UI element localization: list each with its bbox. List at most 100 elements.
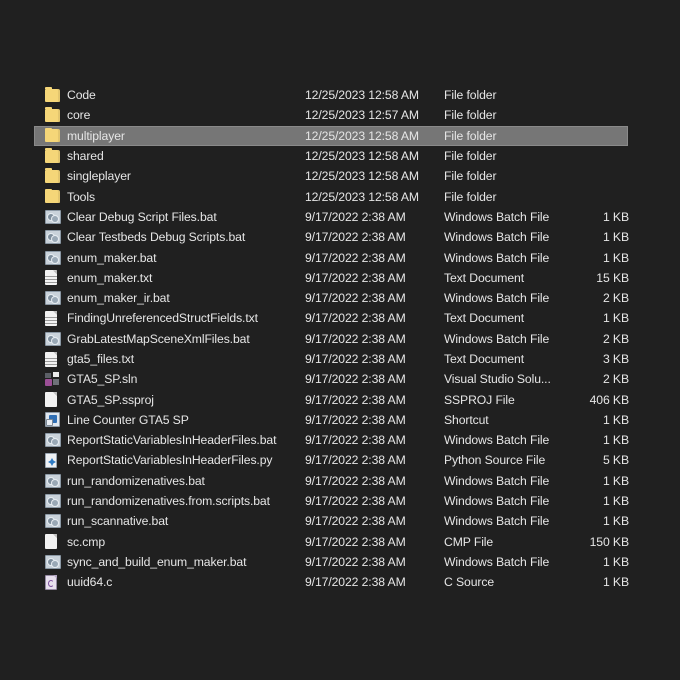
batch-file-icon [45,433,61,448]
file-type: Windows Batch File [444,473,550,488]
file-row[interactable]: GTA5_SP.ssproj 9/17/2022 2:38 AM SSPROJ Fi… [34,389,629,409]
file-date-modified: 9/17/2022 2:38 AM [305,494,406,509]
file-row[interactable]: sync_and_build_enum_maker.bat 9/17/2022 2… [34,552,629,572]
file-row[interactable]: multiplayer 12/25/2023 12:58 AM File folde… [34,125,628,146]
file-row[interactable]: GrabLatestMapSceneXmlFiles.bat 9/17/2022 … [34,329,629,349]
file-row[interactable]: Clear Testbeds Debug Scripts.bat 9/17/202… [34,227,629,247]
batch-file-icon [45,209,61,224]
file-size: 2 KB [602,331,629,346]
file-size: 1 KB [602,433,629,448]
file-row[interactable]: enum_maker.txt 9/17/2022 2:38 AM Text Docu… [34,268,629,288]
file-size: 406 KB [589,392,629,407]
file-name: core [67,108,91,123]
file-size: 2 KB [602,372,629,387]
file-row[interactable]: gta5_files.txt 9/17/2022 2:38 AM Text Docu… [34,349,629,369]
file-type: File folder [444,108,497,123]
file-icon-cell [45,107,67,124]
file-icon-cell [45,432,67,449]
file-type: File folder [444,88,497,103]
file-row[interactable]: Clear Debug Script Files.bat 9/17/2022 2:… [34,207,629,227]
file-row[interactable]: enum_maker.bat 9/17/2022 2:38 AM Windows B… [34,247,629,267]
file-size: 150 KB [589,534,629,549]
file-size: 1 KB [602,250,629,265]
file-row[interactable]: shared 12/25/2023 12:58 AM File folder [34,146,628,166]
file-row[interactable]: Tools 12/25/2023 12:58 AM File folder [34,186,628,206]
file-name: sc.cmp [67,534,105,549]
file-type: Windows Batch File [444,554,550,569]
file-icon-cell [45,269,67,286]
file-name: enum_maker.bat [67,250,157,265]
file-name: singleplayer [67,169,131,184]
file-date-modified: 9/17/2022 2:38 AM [305,433,406,448]
folder-icon [45,168,60,183]
file-name: ReportStaticVariablesInHeaderFiles.py [67,453,273,468]
c-source-icon [45,574,57,590]
file-row[interactable]: run_scannative.bat 9/17/2022 2:38 AM Windo… [34,511,629,531]
file-row[interactable]: Code 12/25/2023 12:58 AM File folder [34,85,628,105]
file-date-modified: 9/17/2022 2:38 AM [305,453,406,468]
file-date-modified: 9/17/2022 2:38 AM [305,575,406,590]
file-row[interactable]: Line Counter GTA5 SP 9/17/2022 2:38 AM Sho… [34,410,629,430]
file-date-modified: 9/17/2022 2:38 AM [305,291,406,306]
file-type: Windows Batch File [444,291,550,306]
file-icon-cell [45,127,67,144]
batch-file-icon [45,554,61,569]
file-icon-cell [45,574,67,591]
batch-file-icon [45,331,61,346]
file-size: 1 KB [602,575,629,590]
file-size: 15 KB [596,270,629,285]
file-row[interactable]: run_randomizenatives.bat 9/17/2022 2:38 A… [34,471,629,491]
file-size: 3 KB [602,352,629,366]
file-row[interactable]: run_randomizenatives.from.scripts.bat 9/1… [34,491,629,511]
folder-icon [45,188,60,204]
file-row[interactable]: singleplayer 12/25/2023 12:58 AM File fold… [34,166,628,186]
file-list[interactable]: Code 12/25/2023 12:58 AM File folder core 12… [34,85,629,592]
file-row[interactable]: core 12/25/2023 12:57 AM File folder [34,105,628,125]
file-name: enum_maker.txt [67,270,153,285]
file-size: 2 KB [602,291,629,306]
file-name: uuid64.c [67,575,113,590]
folder-icon [45,87,60,102]
file-name: GTA5_SP.sln [67,372,138,387]
file-row[interactable]: GTA5_SP.sln 9/17/2022 2:38 AM Visual Studi… [34,369,629,389]
file-name: gta5_files.txt [67,352,135,366]
file-name: run_scannative.bat [67,514,169,529]
file-size: 1 KB [602,494,629,509]
file-date-modified: 9/17/2022 2:38 AM [305,534,406,549]
file-type: Windows Batch File [444,331,550,346]
file-type: Windows Batch File [444,250,550,265]
file-name: Line Counter GTA5 SP [67,412,189,427]
file-type: Windows Batch File [444,230,550,245]
file-size: 1 KB [602,473,629,488]
file-name: ReportStaticVariablesInHeaderFiles.bat [67,433,277,448]
file-type: Text Document [444,311,524,326]
file-icon-cell [45,208,67,225]
file-icon-cell [45,310,67,327]
file-date-modified: 9/17/2022 2:38 AM [305,230,406,245]
file-type: CMP File [444,534,494,549]
text-document-icon [45,310,57,326]
batch-file-icon [45,494,61,509]
file-type: File folder [444,169,497,184]
file-row[interactable]: uuid64.c 9/17/2022 2:38 AM C Source 1 KB [34,572,629,592]
file-row[interactable]: ReportStaticVariablesInHeaderFiles.bat 9/… [34,430,629,450]
file-date-modified: 9/17/2022 2:38 AM [305,473,406,488]
file-type: Windows Batch File [444,494,550,509]
file-row[interactable]: FindingUnreferencedStructFields.txt 9/17/… [34,308,629,328]
file-icon-cell [45,411,67,428]
file-type: Windows Batch File [444,514,550,529]
file-icon-cell [45,188,67,205]
file-type: SSPROJ File [444,392,515,407]
python-source-icon [45,452,57,468]
file-type: Python Source File [444,453,546,468]
file-date-modified: 9/17/2022 2:38 AM [305,352,406,366]
file-name: Code [67,88,96,103]
file-row[interactable]: ReportStaticVariablesInHeaderFiles.py 9/1… [34,450,629,470]
file-name: enum_maker_ir.bat [67,291,170,306]
file-row[interactable]: enum_maker_ir.bat 9/17/2022 2:38 AM Window… [34,288,629,308]
folder-icon [45,127,60,143]
file-row[interactable]: sc.cmp 9/17/2022 2:38 AM CMP File 150 KB [34,532,629,552]
file-icon-cell [45,472,67,489]
file-icon-cell [45,249,67,266]
file-date-modified: 12/25/2023 12:58 AM [305,169,419,184]
